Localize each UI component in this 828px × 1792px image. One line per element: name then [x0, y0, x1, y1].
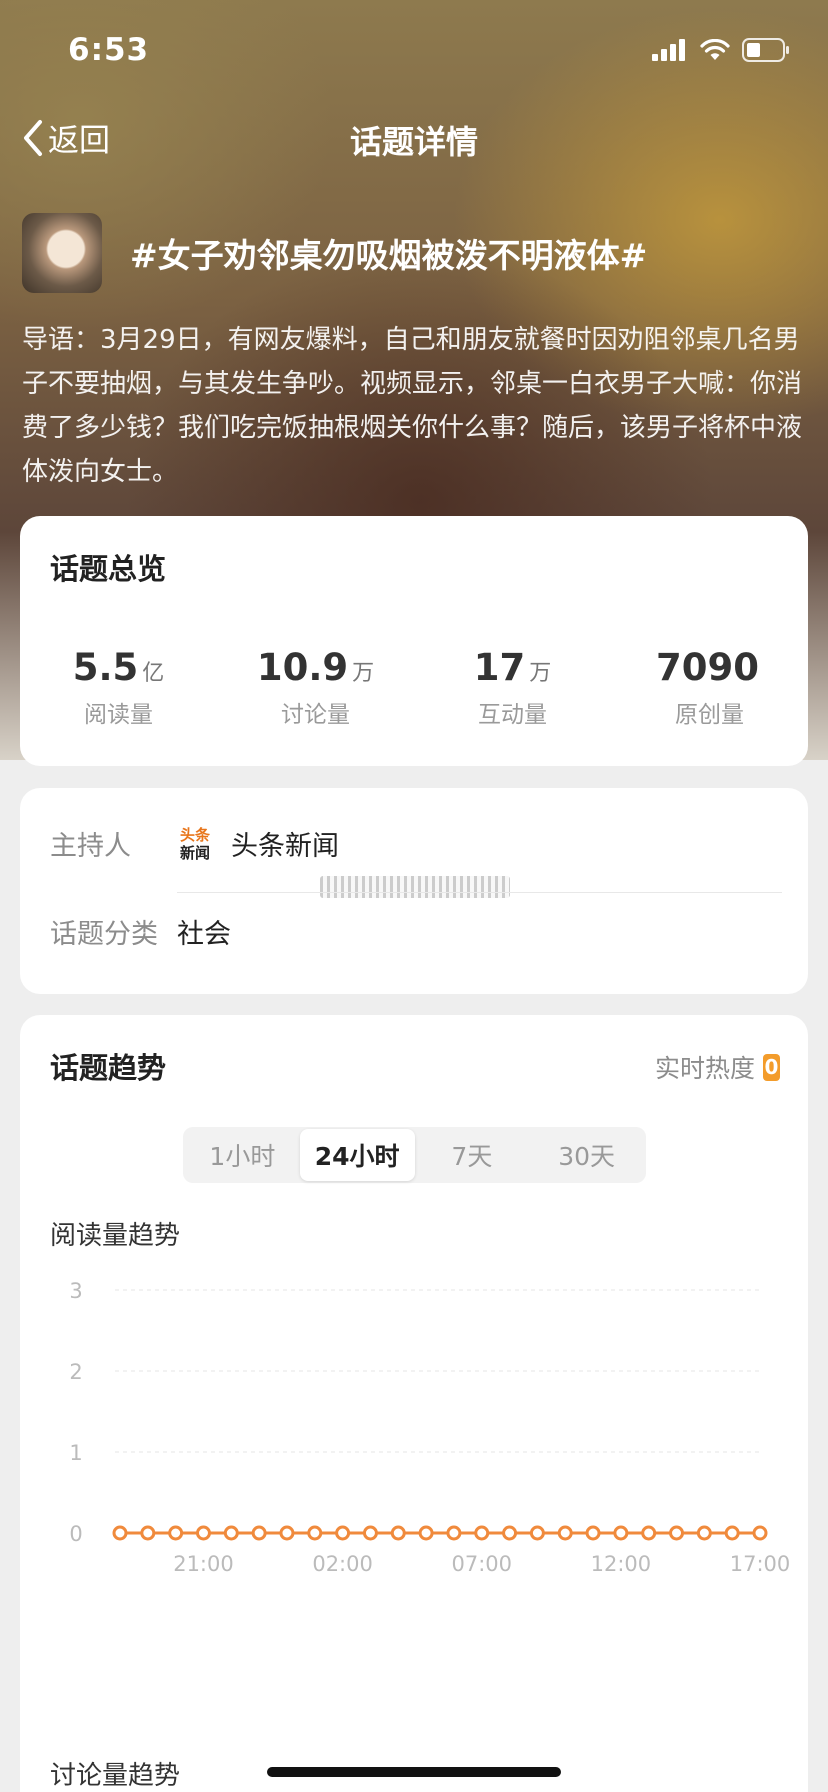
data-point[interactable]	[669, 1525, 685, 1541]
home-indicator	[267, 1767, 561, 1777]
data-point[interactable]	[195, 1525, 211, 1541]
realtime-label: 实时热度	[654, 1054, 755, 1083]
stat-label: 互动量	[478, 702, 547, 728]
status-bar: 6:53	[0, 0, 828, 100]
status-icons	[652, 38, 790, 62]
y-tick-label: 1	[69, 1441, 82, 1465]
overview-card: 话题总览 5.5 亿 阅读量 10.9 万 讨论量 17 万 互动量 7090 原创量	[20, 516, 808, 766]
topic-intro: 导语：3月29日，有网友爆料，自己和朋友就餐时因劝阻邻桌几名男子不要抽烟，与其发…	[22, 325, 803, 487]
data-point[interactable]	[474, 1525, 490, 1541]
data-point[interactable]	[446, 1525, 462, 1541]
navigation-bar: 返回 话题详情	[0, 105, 828, 175]
stat-label: 阅读量	[84, 702, 153, 728]
topic-detail-screen: 6:53 返回 话题详情 #女子劝邻桌勿吸烟被泼不明液体# 导语：3月29日，有…	[0, 0, 828, 1792]
x-tick-label: 02:00	[312, 1552, 373, 1576]
host-row[interactable]: 主持人 头条 新闻 头条新闻	[50, 824, 339, 863]
trend-card: 话题趋势 实时热度 0 1小时 24小时 7天 30天 阅读量趋势 0 1 2 3 21…	[20, 1015, 808, 1792]
data-point[interactable]	[112, 1525, 128, 1541]
data-point[interactable]	[223, 1525, 239, 1541]
x-tick-label: 17:00	[730, 1552, 791, 1576]
data-point[interactable]	[557, 1525, 573, 1541]
stat-original: 7090 原创量	[611, 646, 808, 729]
stat-discuss: 10.9 万 讨论量	[217, 646, 414, 729]
category-value: 社会	[177, 919, 231, 950]
divider	[177, 892, 782, 893]
wifi-icon	[700, 39, 730, 60]
stat-interaction: 17 万 互动量	[414, 646, 611, 729]
tab-1-hour[interactable]: 1小时	[185, 1129, 300, 1181]
data-point[interactable]	[752, 1525, 768, 1541]
x-tick-label: 21:00	[173, 1552, 234, 1576]
tab-24-hours[interactable]: 24小时	[299, 1129, 415, 1181]
page-title: 话题详情	[349, 123, 478, 161]
time-range-tabs: 1小时 24小时 7天 30天	[183, 1127, 646, 1183]
discuss-trend-title: 讨论量趋势	[50, 1761, 181, 1791]
data-point[interactable]	[140, 1525, 156, 1541]
tab-30-days[interactable]: 30天	[529, 1129, 644, 1181]
trend-title: 话题趋势	[50, 1051, 167, 1085]
topic-avatar[interactable]	[22, 213, 102, 293]
host-logo-top: 头条	[179, 825, 210, 844]
stat-value: 7090	[656, 646, 759, 689]
data-point[interactable]	[168, 1525, 184, 1541]
data-point[interactable]	[390, 1525, 406, 1541]
signal-icon	[652, 39, 685, 61]
overview-stats: 5.5 亿 阅读量 10.9 万 讨论量 17 万 互动量 7090 原创量	[20, 646, 808, 729]
read-trend-title: 阅读量趋势	[50, 1221, 181, 1251]
read-trend-chart: 0 1 2 3 21:00 02:00 07:00 12:00 17:00	[69, 1279, 791, 1576]
data-point[interactable]	[362, 1525, 378, 1541]
x-tick-label: 07:00	[451, 1552, 512, 1576]
topic-title: #女子劝邻桌勿吸烟被泼不明液体#	[130, 236, 648, 275]
data-point[interactable]	[613, 1525, 629, 1541]
data-point[interactable]	[251, 1525, 267, 1541]
data-point[interactable]	[418, 1525, 434, 1541]
data-point[interactable]	[696, 1525, 712, 1541]
host-logo-bottom: 新闻	[179, 843, 210, 862]
overview-title: 话题总览	[50, 552, 167, 586]
data-point[interactable]	[502, 1525, 518, 1541]
data-point[interactable]	[279, 1525, 295, 1541]
stat-label: 讨论量	[281, 702, 350, 728]
stat-read: 5.5 亿 阅读量	[20, 646, 217, 729]
category-label: 话题分类	[50, 919, 158, 950]
realtime-heat: 实时热度 0	[655, 1049, 780, 1085]
host-label: 主持人	[50, 831, 131, 862]
stat-unit: 亿	[142, 661, 165, 686]
data-point[interactable]	[585, 1525, 601, 1541]
heat-badge: 0	[763, 1053, 780, 1081]
data-point[interactable]	[335, 1525, 351, 1541]
stat-unit: 万	[352, 661, 375, 686]
blurred-artifact	[320, 876, 510, 898]
y-tick-label: 2	[69, 1360, 82, 1384]
y-tick-label: 0	[69, 1522, 82, 1546]
stat-value: 17	[473, 646, 526, 689]
category-row: 话题分类 社会	[50, 912, 231, 951]
stat-value: 10.9	[256, 646, 349, 689]
y-tick-label: 3	[69, 1279, 82, 1303]
host-name: 头条新闻	[231, 831, 339, 862]
info-card: 主持人 头条 新闻 头条新闻 话题分类 社会	[20, 788, 808, 994]
status-time: 6:53	[68, 32, 150, 68]
topic-header: #女子劝邻桌勿吸烟被泼不明液体#	[22, 213, 647, 293]
tab-7-days[interactable]: 7天	[415, 1129, 530, 1181]
stat-label: 原创量	[675, 702, 744, 728]
data-point[interactable]	[641, 1525, 657, 1541]
stat-value: 5.5	[72, 646, 139, 689]
data-point[interactable]	[724, 1525, 740, 1541]
data-point[interactable]	[529, 1525, 545, 1541]
battery-icon	[742, 38, 789, 62]
x-tick-label: 12:00	[591, 1552, 652, 1576]
host-logo: 头条 新闻	[177, 826, 213, 862]
data-point[interactable]	[307, 1525, 323, 1541]
stat-unit: 万	[529, 661, 552, 686]
